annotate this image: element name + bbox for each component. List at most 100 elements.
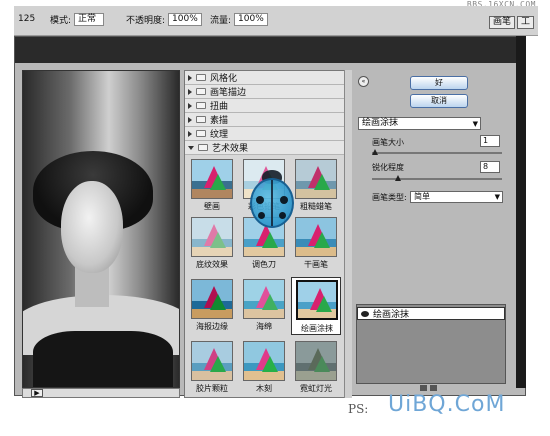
slider-knob[interactable] xyxy=(395,175,401,181)
category-label: 艺术效果 xyxy=(212,144,249,154)
sharpness-input[interactable]: 8 xyxy=(480,161,500,173)
thumb-image xyxy=(191,279,233,319)
preview-dress xyxy=(33,331,173,387)
thumb-label: 绘画涂抹 xyxy=(301,324,333,333)
eye-icon[interactable] xyxy=(361,310,369,317)
category-label: 纹理 xyxy=(210,130,229,140)
thumb-image xyxy=(243,279,285,319)
folder-open-icon xyxy=(198,144,208,151)
brush-type-value: 简单 xyxy=(414,192,430,201)
thumb-label: 壁画 xyxy=(204,202,220,211)
chevron-down-icon: ▼ xyxy=(472,120,478,128)
doc-number: 125 xyxy=(18,12,35,26)
thumb-fresco[interactable]: 壁画 xyxy=(189,159,235,213)
thumb-image xyxy=(243,341,285,381)
expand-icon xyxy=(188,88,192,95)
filter-list-scrollbar[interactable] xyxy=(344,70,352,398)
thumb-label: 调色刀 xyxy=(252,260,276,269)
mode-select[interactable]: 正常 xyxy=(74,12,105,26)
thumb-paint-daubs-selected[interactable]: 绘画涂抹 xyxy=(291,277,341,335)
thumb-rough-pastels[interactable]: 粗糙蜡笔 xyxy=(293,159,339,213)
brush-type-select[interactable]: 简单 ▼ xyxy=(410,191,503,203)
brush-size-label: 画笔大小 xyxy=(372,138,404,147)
expand-icon xyxy=(188,74,192,81)
brush-size-input[interactable]: 1 xyxy=(480,135,500,147)
thumb-label: 底纹效果 xyxy=(196,260,228,269)
expand-icon xyxy=(188,102,192,109)
thumb-neon-glow[interactable]: 霓虹灯光 xyxy=(293,341,339,395)
thumb-image xyxy=(295,341,337,381)
collapse-icon xyxy=(188,145,194,150)
new-layer-icon[interactable] xyxy=(420,385,427,391)
thumb-label: 海绵 xyxy=(256,322,272,331)
chevron-down-icon: ▼ xyxy=(494,193,500,201)
thumb-image xyxy=(191,341,233,381)
thumb-poster-edges[interactable]: 海报边缘 xyxy=(189,279,235,333)
expand-icon xyxy=(188,130,192,137)
thumb-dry-brush[interactable]: 干画笔 xyxy=(293,217,339,271)
thumb-image xyxy=(191,159,233,199)
thumb-cutout[interactable]: 木刻 xyxy=(241,341,287,395)
thumb-sponge[interactable]: 海绵 xyxy=(241,279,287,333)
panel-tabs: 画笔 工 xyxy=(488,16,534,29)
ladybug-logo-icon xyxy=(248,170,298,230)
filter-select[interactable]: 绘画涂抹 ▼ xyxy=(358,117,481,130)
watermark-ps: PS: xyxy=(348,402,369,416)
thumb-image xyxy=(191,217,233,257)
thumb-image xyxy=(295,217,337,257)
thumb-film-grain[interactable]: 胶片颗粒 xyxy=(189,341,235,395)
opacity-field[interactable]: 不透明度: 100% xyxy=(126,12,202,26)
thumb-label: 干画笔 xyxy=(304,260,328,269)
collapse-icon[interactable]: « xyxy=(358,76,369,87)
category-label: 画笔描边 xyxy=(210,88,247,98)
thumb-underpainting[interactable]: 底纹效果 xyxy=(189,217,235,271)
preview-face xyxy=(61,181,123,273)
ok-button[interactable]: 好 xyxy=(410,76,468,90)
filter-select-value: 绘画涂抹 xyxy=(362,118,399,128)
opacity-input[interactable]: 100% xyxy=(168,12,202,26)
flow-field[interactable]: 流量: 100% xyxy=(210,12,268,26)
thumb-label: 胶片颗粒 xyxy=(196,384,228,393)
effect-layer-controls xyxy=(420,385,437,391)
category-stylize[interactable]: 风格化 xyxy=(185,71,351,85)
sharpness-label: 锐化程度 xyxy=(372,163,404,172)
sharpness-slider[interactable] xyxy=(372,175,502,181)
brush-size-slider[interactable] xyxy=(371,149,502,155)
flow-label: 流量: xyxy=(210,15,232,26)
folder-icon xyxy=(196,130,206,137)
effect-layer-label: 绘画涂抹 xyxy=(373,310,410,320)
watermark-site: UiBQ.CoM xyxy=(388,392,506,417)
dialog-right-edge xyxy=(516,36,526,388)
thumb-image xyxy=(296,280,338,320)
filter-list: 风格化 画笔描边 扭曲 素描 纹理 艺术效果 壁画 彩色铅笔 xyxy=(184,70,352,398)
preview-image[interactable] xyxy=(22,70,180,388)
expand-icon xyxy=(188,116,192,123)
mode-label: 模式: xyxy=(50,15,72,26)
category-distort[interactable]: 扭曲 xyxy=(185,99,351,113)
flow-input[interactable]: 100% xyxy=(234,12,268,26)
tab-tool[interactable]: 工 xyxy=(516,16,534,29)
category-texture[interactable]: 纹理 xyxy=(185,127,351,141)
effect-layer-row[interactable]: 绘画涂抹 xyxy=(357,307,505,320)
options-bar: 125 模式: 正常 不透明度: 100% 流量: 100% 画笔 工 xyxy=(14,6,538,36)
category-brush-strokes[interactable]: 画笔描边 xyxy=(185,85,351,99)
thumb-label: 海报边缘 xyxy=(196,322,228,331)
doc-number-label: 125 xyxy=(18,14,36,24)
folder-icon xyxy=(196,74,206,81)
folder-icon xyxy=(196,116,206,123)
effect-layers-panel: 绘画涂抹 xyxy=(356,304,506,384)
cancel-button[interactable]: 取消 xyxy=(410,94,468,108)
tab-brush[interactable]: 画笔 xyxy=(488,16,515,29)
preview-neck xyxy=(75,267,109,307)
folder-icon xyxy=(196,102,206,109)
preview-scrollbar[interactable]: ▶ xyxy=(22,388,180,398)
category-sketch[interactable]: 素描 xyxy=(185,113,351,127)
delete-layer-icon[interactable] xyxy=(430,385,437,391)
mode-field[interactable]: 模式: 正常 xyxy=(50,12,105,26)
dialog-title-bar[interactable] xyxy=(15,37,525,63)
slider-knob[interactable] xyxy=(371,149,378,155)
scroll-right-arrow[interactable]: ▶ xyxy=(31,389,43,397)
category-label: 素描 xyxy=(210,116,229,126)
category-label: 风格化 xyxy=(210,74,238,84)
category-artistic[interactable]: 艺术效果 xyxy=(185,141,351,155)
